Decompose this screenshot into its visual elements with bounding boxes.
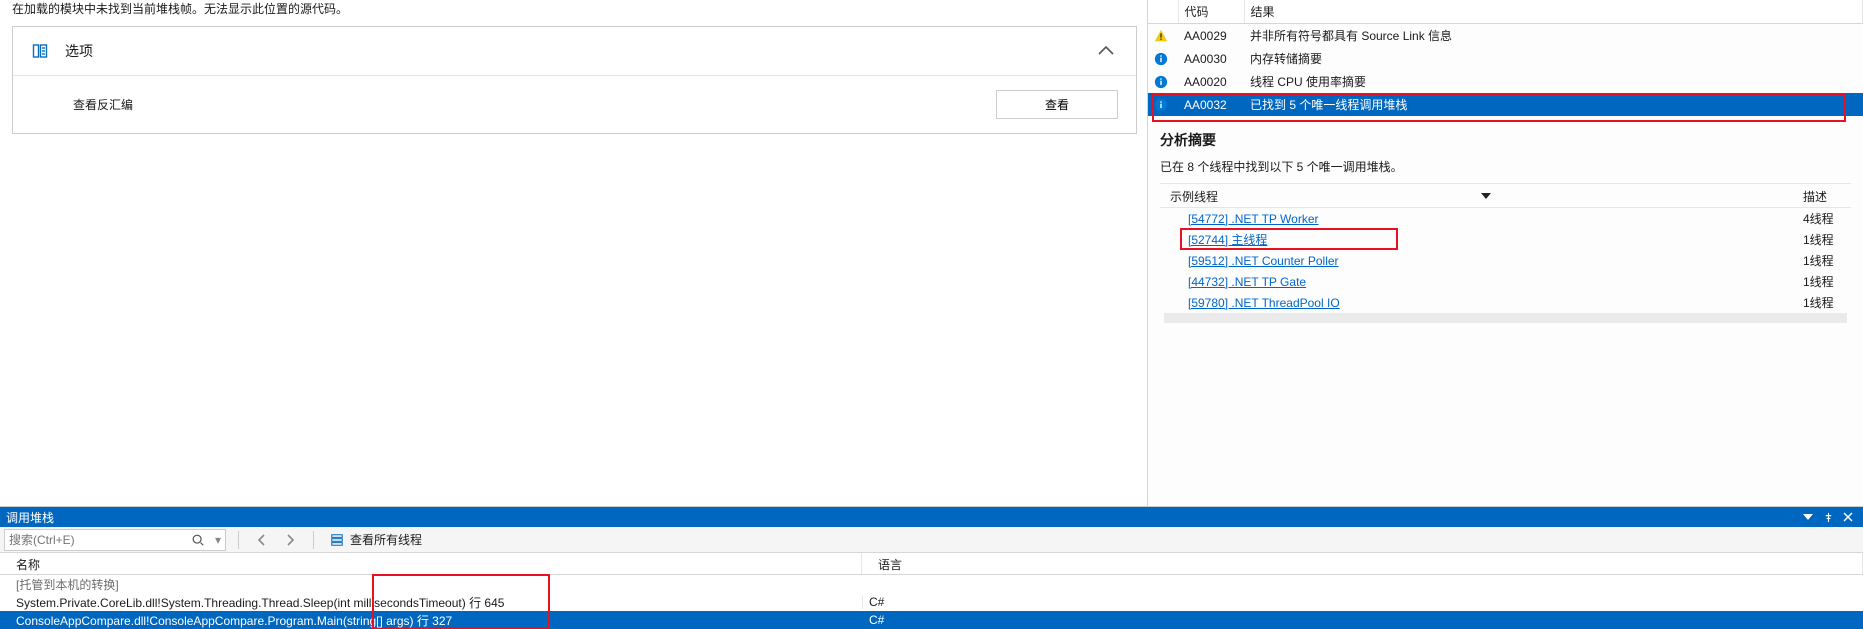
analysis-summary-title: 分析摘要 [1160, 130, 1851, 150]
options-icon [31, 42, 49, 60]
callstack-grid-body: [托管到本机的转换]System.Private.CoreLib.dll!Sys… [0, 575, 1863, 629]
diagnostic-result: 内存转储摘要 [1244, 47, 1863, 70]
callstack-row[interactable]: ConsoleAppCompare.dll!ConsoleAppCompare.… [0, 611, 1863, 629]
col-sample-thread[interactable]: 示例线程 [1170, 190, 1218, 204]
diagnostic-result: 并非所有符号都具有 Source Link 信息 [1244, 24, 1863, 48]
source-pane: 在加载的模块中未找到当前堆栈帧。无法显示此位置的源代码。 选项 [0, 0, 1147, 506]
frame-name: ConsoleAppCompare.dll!ConsoleAppCompare.… [0, 612, 862, 629]
analysis-summary-desc: 已在 8 个线程中找到以下 5 个唯一调用堆栈。 [1160, 158, 1851, 175]
window-dropdown-icon[interactable] [1799, 509, 1817, 525]
frame-language: C# [862, 613, 1863, 627]
thread-link[interactable]: [52744] 主线程 [1188, 233, 1267, 247]
thread-row[interactable]: [52744] 主线程 1线程 [1160, 229, 1851, 250]
thread-link[interactable]: [44732] .NET TP Gate [1188, 275, 1306, 289]
threads-icon [330, 533, 344, 547]
thread-list: [54772] .NET TP Worker4线程[52744] 主线程1线程[… [1160, 208, 1851, 313]
diagnostic-row[interactable]: AA0032已找到 5 个唯一线程调用堆栈 [1148, 93, 1863, 116]
diagnostic-row[interactable]: AA0030内存转储摘要 [1148, 47, 1863, 70]
callstack-row[interactable]: [托管到本机的转换] [0, 575, 1863, 593]
thread-link[interactable]: [59512] .NET Counter Poller [1188, 254, 1339, 268]
callstack-toolbar: ▾ 查看所有线程 [0, 527, 1863, 553]
callstack-titlebar[interactable]: 调用堆栈 [0, 507, 1863, 527]
diagnostic-code: AA0032 [1178, 93, 1244, 116]
col-language[interactable]: 语言 [862, 553, 1863, 574]
diagnostic-code: AA0020 [1178, 70, 1244, 93]
view-all-threads-button[interactable]: 查看所有线程 [326, 531, 426, 548]
col-result[interactable]: 结果 [1244, 0, 1863, 24]
view-all-threads-label: 查看所有线程 [350, 531, 422, 548]
dropdown-caret-icon[interactable] [1481, 191, 1493, 203]
col-code[interactable]: 代码 [1178, 0, 1244, 24]
info-icon [1154, 52, 1168, 66]
thread-link[interactable]: [54772] .NET TP Worker [1188, 212, 1319, 226]
chevron-up-icon[interactable] [1094, 39, 1118, 63]
thread-row[interactable]: [44732] .NET TP Gate 1线程 [1160, 271, 1851, 292]
warning-icon [1154, 29, 1168, 43]
thread-desc: 1线程 [1803, 252, 1851, 269]
thread-row[interactable]: [59512] .NET Counter Poller 1线程 [1160, 250, 1851, 271]
options-header[interactable]: 选项 [13, 27, 1136, 76]
thread-desc: 1线程 [1803, 231, 1851, 248]
callstack-title: 调用堆栈 [6, 509, 54, 526]
view-disassembly-label: 查看反汇编 [73, 96, 133, 113]
callstack-window: 调用堆栈 ▾ [0, 506, 1863, 629]
diagnostic-code: AA0030 [1178, 47, 1244, 70]
frame-name: [托管到本机的转换] [0, 576, 862, 593]
thread-row[interactable]: [54772] .NET TP Worker 4线程 [1160, 208, 1851, 229]
diagnostic-code: AA0029 [1178, 24, 1244, 48]
search-icon[interactable] [185, 529, 211, 551]
options-title: 选项 [65, 41, 93, 61]
options-card: 选项 查看反汇编 查看 [12, 26, 1137, 134]
view-button[interactable]: 查看 [996, 90, 1118, 119]
info-icon [1154, 75, 1168, 89]
diagnostic-row[interactable]: AA0020线程 CPU 使用率摘要 [1148, 70, 1863, 93]
thread-row[interactable]: [59780] .NET ThreadPool IO 1线程 [1160, 292, 1851, 313]
source-unavailable-message: 在加载的模块中未找到当前堆栈帧。无法显示此位置的源代码。 [0, 0, 1147, 18]
frame-name: System.Private.CoreLib.dll!System.Thread… [0, 594, 862, 611]
pin-icon[interactable] [1819, 509, 1837, 525]
diagnostic-row[interactable]: AA0029并非所有符号都具有 Source Link 信息 [1148, 24, 1863, 48]
thread-desc: 1线程 [1803, 294, 1851, 311]
thread-desc: 4线程 [1803, 210, 1851, 227]
diagnostic-result: 线程 CPU 使用率摘要 [1244, 70, 1863, 93]
diagnostic-result: 已找到 5 个唯一线程调用堆栈 [1244, 93, 1863, 116]
callstack-grid-header: 名称 语言 [0, 553, 1863, 575]
close-icon[interactable] [1839, 509, 1857, 525]
info-icon [1154, 98, 1168, 112]
thread-link[interactable]: [59780] .NET ThreadPool IO [1188, 296, 1340, 310]
thread-desc: 1线程 [1803, 273, 1851, 290]
nav-back-button[interactable] [251, 529, 273, 551]
search-input-wrap[interactable]: ▾ [4, 529, 226, 551]
col-name[interactable]: 名称 [0, 553, 862, 574]
search-dropdown-icon[interactable]: ▾ [211, 533, 225, 547]
diagnostics-table: 代码 结果 AA0029并非所有符号都具有 Source Link 信息AA00… [1148, 0, 1863, 116]
nav-forward-button[interactable] [279, 529, 301, 551]
horizontal-scrollbar[interactable] [1164, 313, 1847, 323]
thread-table-header: 示例线程 描述 [1160, 183, 1851, 208]
callstack-row[interactable]: System.Private.CoreLib.dll!System.Thread… [0, 593, 1863, 611]
search-input[interactable] [5, 530, 185, 550]
diagnostics-pane: 代码 结果 AA0029并非所有符号都具有 Source Link 信息AA00… [1147, 0, 1863, 506]
col-description[interactable]: 描述 [1803, 188, 1851, 205]
frame-language: C# [862, 595, 1863, 609]
